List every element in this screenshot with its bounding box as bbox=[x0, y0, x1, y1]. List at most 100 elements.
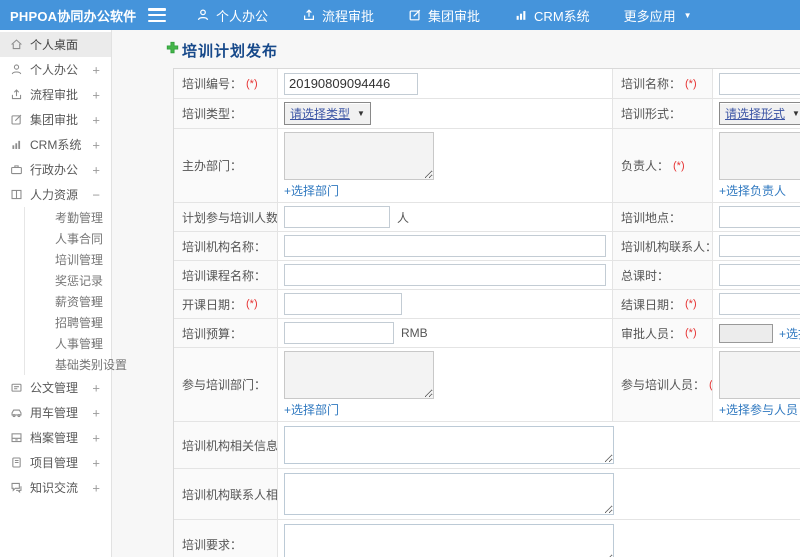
field-label-org-contact-info: 培训机构联系人相关信息： bbox=[174, 469, 278, 519]
nav-personal-office[interactable]: 个人办公 bbox=[196, 6, 268, 25]
join-people-textarea[interactable] bbox=[719, 351, 800, 399]
add-icon bbox=[166, 41, 179, 59]
select-value: 请选择类型 bbox=[290, 107, 351, 121]
requirements-textarea[interactable] bbox=[284, 524, 614, 557]
submenu-item-attendance[interactable]: 考勤管理 bbox=[25, 207, 111, 228]
form-row-course-name: 培训课程名称： 总课时： bbox=[174, 261, 800, 290]
sidebar-item-crm-system[interactable]: CRM系统 + bbox=[0, 132, 111, 157]
submenu-item-reward-punishment[interactable]: 奖惩记录 bbox=[25, 270, 111, 291]
approver-input[interactable] bbox=[719, 323, 773, 343]
org-contact-info-textarea[interactable] bbox=[284, 473, 614, 515]
training-name-input[interactable] bbox=[719, 72, 800, 95]
expand-plus-icon[interactable]: + bbox=[91, 295, 98, 309]
sidebar-item-human-resources[interactable]: 人力资源 − bbox=[0, 182, 111, 207]
sidebar-item-knowledge-exchange[interactable]: 知识交流 + bbox=[0, 475, 111, 500]
sidebar-item-archive-mgmt[interactable]: 档案管理 + bbox=[0, 425, 111, 450]
label-text: 培训名称： bbox=[621, 77, 682, 91]
field-label-join-dept: 参与培训部门： bbox=[174, 348, 278, 421]
expand-plus-icon[interactable]: + bbox=[92, 87, 100, 102]
field-label-org-info: 培训机构相关信息： bbox=[174, 422, 278, 468]
start-date-input[interactable] bbox=[284, 293, 402, 315]
nav-workflow-approval[interactable]: 流程审批 bbox=[302, 6, 374, 25]
upload-box-icon bbox=[10, 88, 23, 101]
field-label-host-dept: 主办部门： bbox=[174, 129, 278, 202]
join-dept-textarea[interactable] bbox=[284, 351, 434, 399]
menu-toggle-icon[interactable] bbox=[148, 8, 166, 22]
total-hours-input[interactable] bbox=[719, 264, 800, 286]
org-name-input[interactable] bbox=[284, 235, 606, 257]
location-input[interactable] bbox=[719, 206, 800, 228]
collapse-minus-icon[interactable]: − bbox=[92, 187, 100, 202]
expand-plus-icon[interactable]: + bbox=[92, 455, 100, 470]
field-label-total-hours: 总课时： bbox=[613, 261, 713, 289]
select-approver-link[interactable]: +选择审批人员 bbox=[779, 325, 800, 342]
sidebar-item-label: 个人办公 bbox=[30, 63, 79, 77]
submenu-item-label: 培训管理 bbox=[55, 253, 104, 267]
org-info-textarea[interactable] bbox=[284, 426, 614, 464]
expand-plus-icon[interactable]: + bbox=[91, 316, 98, 330]
end-date-input[interactable] bbox=[719, 293, 800, 315]
sidebar-item-admin-office[interactable]: 行政办公 + bbox=[0, 157, 111, 182]
training-type-select[interactable]: 请选择类型 ▼ bbox=[284, 102, 371, 125]
sidebar-item-personal-desktop[interactable]: 个人桌面 bbox=[0, 32, 111, 57]
chat-bubbles-icon bbox=[10, 481, 23, 494]
label-text: 培训机构联系人： bbox=[621, 239, 713, 254]
submenu-item-personnel-mgmt[interactable]: 人事管理 + bbox=[25, 333, 111, 354]
user-icon bbox=[10, 63, 23, 76]
expand-plus-icon[interactable]: + bbox=[92, 112, 100, 127]
sidebar-item-personal-office[interactable]: 个人办公 + bbox=[0, 57, 111, 82]
select-participants-link[interactable]: +选择参与人员 bbox=[719, 401, 798, 418]
submenu-item-recruit-mgmt[interactable]: 招聘管理 + bbox=[25, 312, 111, 333]
form-row-org-contact-info: 培训机构联系人相关信息： bbox=[174, 469, 800, 520]
form-row-start-date: 开课日期： (*) 结课日期： (*) bbox=[174, 290, 800, 319]
sidebar-item-workflow-approval[interactable]: 流程审批 + bbox=[0, 82, 111, 107]
form-row-org-info: 培训机构相关信息： bbox=[174, 422, 800, 469]
submenu-item-base-category[interactable]: 基础类别设置 + bbox=[25, 354, 127, 375]
select-dept-link[interactable]: +选择部门 bbox=[284, 401, 339, 418]
submenu-item-salary-mgmt[interactable]: 薪资管理 + bbox=[25, 291, 111, 312]
hr-submenu: 考勤管理 人事合同 培训管理 奖惩记录 薪资管理 + 招聘管理 + 人事管理 + 基础… bbox=[24, 207, 127, 375]
sidebar-item-project-mgmt[interactable]: 项目管理 + bbox=[0, 450, 111, 475]
expand-plus-icon[interactable]: + bbox=[91, 358, 98, 372]
submenu-item-training-mgmt[interactable]: 培训管理 bbox=[25, 249, 111, 270]
expand-plus-icon[interactable]: + bbox=[92, 62, 100, 77]
leader-textarea[interactable] bbox=[719, 132, 800, 180]
expand-plus-icon[interactable]: + bbox=[92, 137, 100, 152]
label-text: 总课时： bbox=[621, 268, 670, 283]
nav-crm-system[interactable]: CRM系统 bbox=[514, 6, 590, 25]
course-name-input[interactable] bbox=[284, 264, 606, 286]
field-label-start-date: 开课日期： (*) bbox=[174, 290, 278, 318]
field-label-approver: 审批人员： (*) bbox=[613, 319, 713, 347]
expand-plus-icon[interactable]: + bbox=[92, 480, 100, 495]
sidebar-item-document-mgmt[interactable]: 公文管理 + bbox=[0, 375, 111, 400]
sidebar-item-group-approval[interactable]: 集团审批 + bbox=[0, 107, 111, 132]
label-text: 开课日期： bbox=[182, 297, 243, 312]
bar-chart-icon bbox=[10, 138, 23, 151]
sidebar-item-vehicle-mgmt[interactable]: 用车管理 + bbox=[0, 400, 111, 425]
training-no-input[interactable] bbox=[284, 72, 418, 95]
select-leader-link[interactable]: +选择负责人 bbox=[719, 182, 786, 199]
submenu-item-hr-contract[interactable]: 人事合同 bbox=[25, 228, 111, 249]
expand-plus-icon[interactable]: + bbox=[92, 405, 100, 420]
nav-label: 更多应用 bbox=[623, 8, 676, 24]
caret-down-icon: ▼ bbox=[683, 10, 692, 20]
label-text: 培训机构相关信息： bbox=[182, 438, 278, 453]
planned-count-input[interactable] bbox=[284, 206, 390, 228]
upload-box-icon bbox=[302, 8, 316, 22]
expand-plus-icon[interactable]: + bbox=[92, 162, 100, 177]
edit-square-icon bbox=[10, 113, 23, 126]
sidebar-item-label: 集团审批 bbox=[30, 113, 79, 127]
expand-plus-icon[interactable]: + bbox=[91, 337, 98, 351]
notebook-icon bbox=[10, 456, 23, 469]
select-dept-link[interactable]: +选择部门 bbox=[284, 182, 339, 199]
expand-plus-icon[interactable]: + bbox=[92, 380, 100, 395]
nav-more-apps[interactable]: 更多应用 ▼ bbox=[624, 6, 692, 25]
submenu-item-label: 奖惩记录 bbox=[55, 274, 104, 288]
budget-input[interactable] bbox=[284, 322, 394, 344]
nav-group-approval[interactable]: 集团审批 bbox=[408, 6, 480, 25]
label-text: 负责人： bbox=[621, 159, 670, 173]
expand-plus-icon[interactable]: + bbox=[92, 430, 100, 445]
org-contact-input[interactable] bbox=[719, 235, 800, 257]
training-form-select[interactable]: 请选择形式 ▼ bbox=[719, 102, 800, 125]
host-dept-textarea[interactable] bbox=[284, 132, 434, 180]
